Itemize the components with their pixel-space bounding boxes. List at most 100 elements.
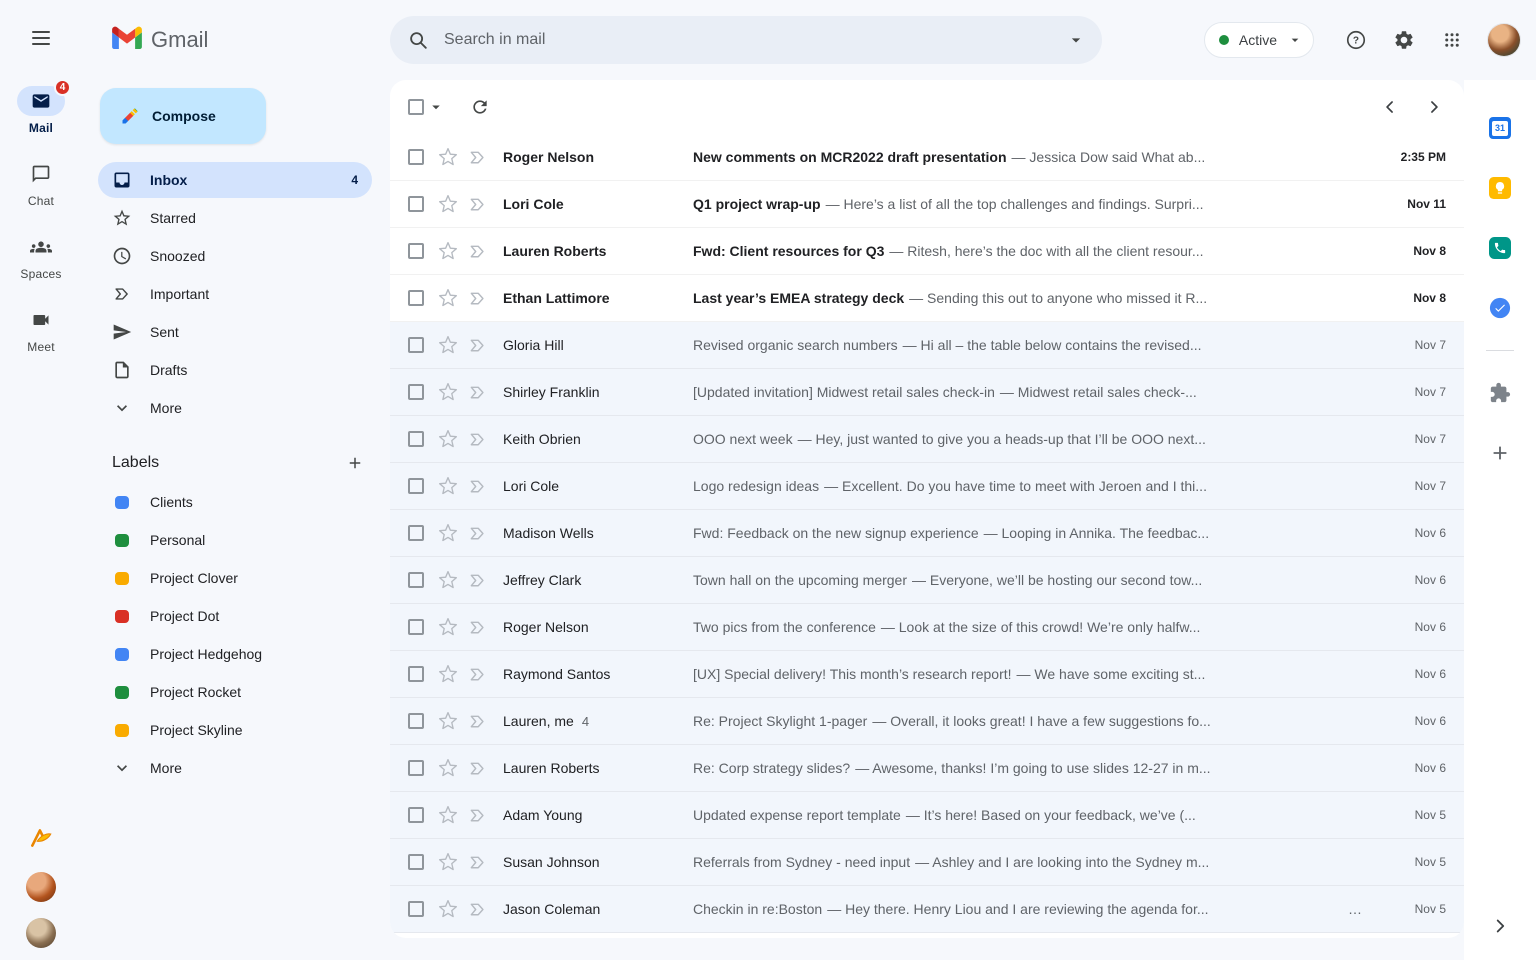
important-marker-icon[interactable] (468, 477, 487, 496)
row-checkbox[interactable] (408, 760, 424, 776)
phone-app-button[interactable] (1482, 230, 1518, 266)
email-row[interactable]: Lauren, me 4 Re: Project Skylight 1-pager… (390, 698, 1464, 745)
sidebar-item-sent[interactable]: Sent (98, 314, 372, 350)
sidebar-item-starred[interactable]: Starred (98, 200, 372, 236)
star-icon[interactable] (438, 147, 458, 167)
important-marker-icon[interactable] (468, 336, 487, 355)
star-icon[interactable] (438, 476, 458, 496)
email-row[interactable]: Keith Obrien OOO next week — Hey, just wa… (390, 416, 1464, 463)
email-row[interactable]: Gloria Hill Revised organic search numbe… (390, 322, 1464, 369)
important-marker-icon[interactable] (468, 524, 487, 543)
email-row[interactable]: Adam Young Updated expense report templa… (390, 792, 1464, 839)
main-menu-button[interactable] (17, 14, 65, 62)
row-checkbox[interactable] (408, 337, 424, 353)
row-checkbox[interactable] (408, 290, 424, 306)
important-marker-icon[interactable] (468, 383, 487, 402)
email-row[interactable]: Lori Cole Q1 project wrap-up — Here’s a l… (390, 181, 1464, 228)
important-marker-icon[interactable] (468, 242, 487, 261)
star-icon[interactable] (438, 382, 458, 402)
important-marker-icon[interactable] (468, 712, 487, 731)
star-icon[interactable] (438, 852, 458, 872)
row-checkbox[interactable] (408, 196, 424, 212)
email-row[interactable]: Raymond Santos [UX] Special delivery! Th… (390, 651, 1464, 698)
email-row[interactable]: Susan Johnson Referrals from Sydney - ne… (390, 839, 1464, 886)
sidebar-label-item[interactable]: Project Rocket (98, 674, 372, 710)
sidebar-item-important[interactable]: Important (98, 276, 372, 312)
important-marker-icon[interactable] (468, 759, 487, 778)
sidebar-label-item[interactable]: Clients (98, 484, 372, 520)
star-icon[interactable] (438, 194, 458, 214)
tasks-app-button[interactable] (1482, 290, 1518, 326)
get-addons-button[interactable] (1482, 435, 1518, 471)
rail-item-chat[interactable]: Chat (9, 159, 73, 208)
important-marker-icon[interactable] (468, 195, 487, 214)
keep-app-button[interactable] (1482, 170, 1518, 206)
row-checkbox[interactable] (408, 525, 424, 541)
sidebar-item-drafts[interactable]: Drafts (98, 352, 372, 388)
account-avatar[interactable] (1488, 24, 1520, 56)
email-row[interactable]: Roger Nelson Two pics from the conferenc… (390, 604, 1464, 651)
star-icon[interactable] (438, 523, 458, 543)
select-all-checkbox[interactable] (408, 99, 424, 115)
row-checkbox[interactable] (408, 478, 424, 494)
star-icon[interactable] (438, 711, 458, 731)
hide-side-panel-button[interactable] (1480, 906, 1520, 946)
row-checkbox[interactable] (408, 572, 424, 588)
sidebar-label-item[interactable]: Project Skyline (98, 712, 372, 748)
important-marker-icon[interactable] (468, 665, 487, 684)
important-marker-icon[interactable] (468, 900, 487, 919)
sidebar-item-inbox[interactable]: Inbox 4 (98, 162, 372, 198)
search-options-button[interactable] (1056, 20, 1096, 60)
important-marker-icon[interactable] (468, 289, 487, 308)
important-marker-icon[interactable] (468, 148, 487, 167)
email-row[interactable]: Lauren Roberts Fwd: Client resources for… (390, 228, 1464, 275)
sidebar-label-item[interactable]: Project Clover (98, 560, 372, 596)
row-checkbox[interactable] (408, 666, 424, 682)
important-marker-icon[interactable] (468, 618, 487, 637)
sidebar-label-item[interactable]: Personal (98, 522, 372, 558)
star-icon[interactable] (438, 335, 458, 355)
star-icon[interactable] (438, 664, 458, 684)
email-row[interactable]: Ethan Lattimore Last year’s EMEA strateg… (390, 275, 1464, 322)
select-dropdown-button[interactable] (424, 91, 448, 123)
settings-button[interactable] (1384, 20, 1424, 60)
help-button[interactable]: ? (1336, 20, 1376, 60)
star-icon[interactable] (438, 758, 458, 778)
important-marker-icon[interactable] (468, 571, 487, 590)
row-checkbox[interactable] (408, 384, 424, 400)
email-row[interactable]: Lauren Roberts Re: Corp strategy slides?… (390, 745, 1464, 792)
add-label-button[interactable] (342, 450, 368, 476)
star-icon[interactable] (438, 617, 458, 637)
addons-button[interactable] (1482, 375, 1518, 411)
row-checkbox[interactable] (408, 713, 424, 729)
email-row[interactable]: Madison Wells Fwd: Feedback on the new s… (390, 510, 1464, 557)
compose-button[interactable]: Compose (100, 88, 266, 144)
sidebar-item-snoozed[interactable]: Snoozed (98, 238, 372, 274)
status-selector[interactable]: Active (1203, 22, 1314, 58)
rail-item-mail[interactable]: 4 Mail (9, 79, 73, 135)
sidebar-label-item[interactable]: Project Dot (98, 598, 372, 634)
row-checkbox[interactable] (408, 854, 424, 870)
star-icon[interactable] (438, 805, 458, 825)
star-icon[interactable] (438, 288, 458, 308)
email-row[interactable]: Jeffrey Clark Town hall on the upcoming … (390, 557, 1464, 604)
important-marker-icon[interactable] (468, 806, 487, 825)
star-icon[interactable] (438, 429, 458, 449)
row-checkbox[interactable] (408, 431, 424, 447)
row-checkbox[interactable] (408, 901, 424, 917)
row-checkbox[interactable] (408, 149, 424, 165)
refresh-button[interactable] (460, 87, 500, 127)
email-row[interactable]: Roger Nelson New comments on MCR2022 dra… (390, 134, 1464, 181)
important-marker-icon[interactable] (468, 430, 487, 449)
search-bar[interactable] (390, 16, 1102, 64)
email-row[interactable]: Lori Cole Logo redesign ideas — Excellent… (390, 463, 1464, 510)
newer-page-button[interactable] (1370, 87, 1410, 127)
important-marker-icon[interactable] (468, 853, 487, 872)
google-apps-button[interactable] (1432, 20, 1472, 60)
star-icon[interactable] (438, 241, 458, 261)
star-icon[interactable] (438, 899, 458, 919)
row-checkbox[interactable] (408, 243, 424, 259)
rail-item-spaces[interactable]: Spaces (9, 232, 73, 281)
search-button[interactable] (398, 20, 438, 60)
sidebar-label-item[interactable]: Project Hedgehog (98, 636, 372, 672)
